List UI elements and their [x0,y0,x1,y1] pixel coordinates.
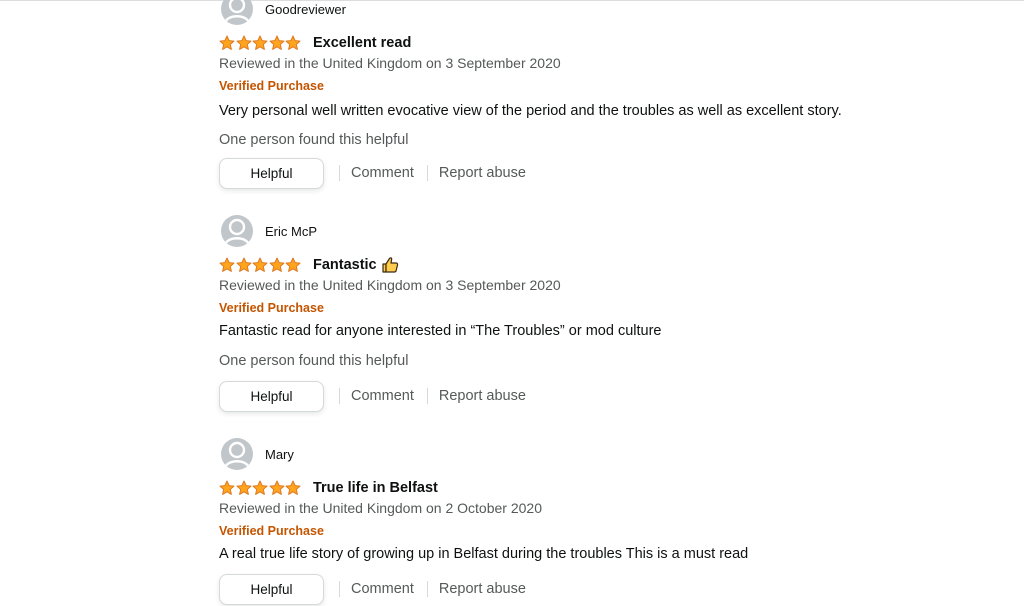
helpful-count: One person found this helpful [219,353,409,369]
star-icon [269,257,285,272]
helpful-button[interactable]: Helpful [219,573,324,605]
star-icon [236,257,252,272]
helpful-button[interactable]: Helpful [219,380,324,412]
reviewer-name[interactable]: Mary [265,447,294,462]
verified-purchase-badge: Verified Purchase [219,524,324,538]
report-abuse-link[interactable]: Report abuse [439,388,526,404]
comment-link[interactable]: Comment [351,165,414,181]
review-actions: Helpful Comment Report abuse [219,380,526,412]
comment-link[interactable]: Comment [351,581,414,597]
default-avatar-icon [221,438,253,470]
verified-purchase-badge: Verified Purchase [219,301,324,315]
reviewer-name[interactable]: Goodreviewer [265,2,346,17]
star-icon [219,480,235,495]
review-body: Very personal well written evocative vie… [219,103,842,119]
review-body: A real true life story of growing up in … [219,546,749,562]
divider [426,581,428,597]
star-icon [219,257,235,272]
review-title-row: Fantastic [219,256,399,274]
star-icon [285,480,301,495]
report-abuse-link[interactable]: Report abuse [439,581,526,597]
star-icon [269,35,285,50]
reviewer-name[interactable]: Eric McP [265,224,317,239]
review-title[interactable]: Fantastic [313,257,377,273]
star-icon [269,480,285,495]
helpful-count: One person found this helpful [219,132,409,148]
review-date: Reviewed in the United Kingdom on 3 Sept… [219,55,561,71]
thumbs-up-icon [381,256,399,274]
review-actions: Helpful Comment Report abuse [219,157,526,189]
star-icon [236,35,252,50]
review-title-row: True life in Belfast [219,479,438,497]
reviewer-profile[interactable]: Mary [221,438,294,470]
divider [426,388,428,404]
helpful-button[interactable]: Helpful [219,157,324,189]
review-actions: Helpful Comment Report abuse [219,573,526,605]
verified-purchase-badge: Verified Purchase [219,79,324,93]
comment-link[interactable]: Comment [351,388,414,404]
default-avatar-icon [221,0,253,25]
reviewer-profile[interactable]: Eric McP [221,215,317,247]
review-date: Reviewed in the United Kingdom on 2 Octo… [219,500,542,516]
star-rating[interactable] [219,480,302,496]
star-icon [285,35,301,50]
star-icon [236,480,252,495]
review-title[interactable]: Excellent read [313,35,411,51]
star-rating[interactable] [219,257,302,273]
review-body: Fantastic read for anyone interested in … [219,323,662,339]
divider [339,388,340,404]
review-title-row: Excellent read [219,34,411,52]
default-avatar-icon [221,215,253,247]
reviewer-profile[interactable]: Goodreviewer [221,0,346,25]
star-icon [252,257,268,272]
review-title[interactable]: True life in Belfast [313,480,438,496]
star-rating[interactable] [219,35,302,51]
divider [339,581,340,597]
star-icon [219,35,235,50]
star-icon [285,257,301,272]
star-icon [252,480,268,495]
divider [426,165,428,181]
review-date: Reviewed in the United Kingdom on 3 Sept… [219,277,561,293]
top-divider [0,0,1024,1]
divider [339,165,340,181]
star-icon [252,35,268,50]
report-abuse-link[interactable]: Report abuse [439,165,526,181]
